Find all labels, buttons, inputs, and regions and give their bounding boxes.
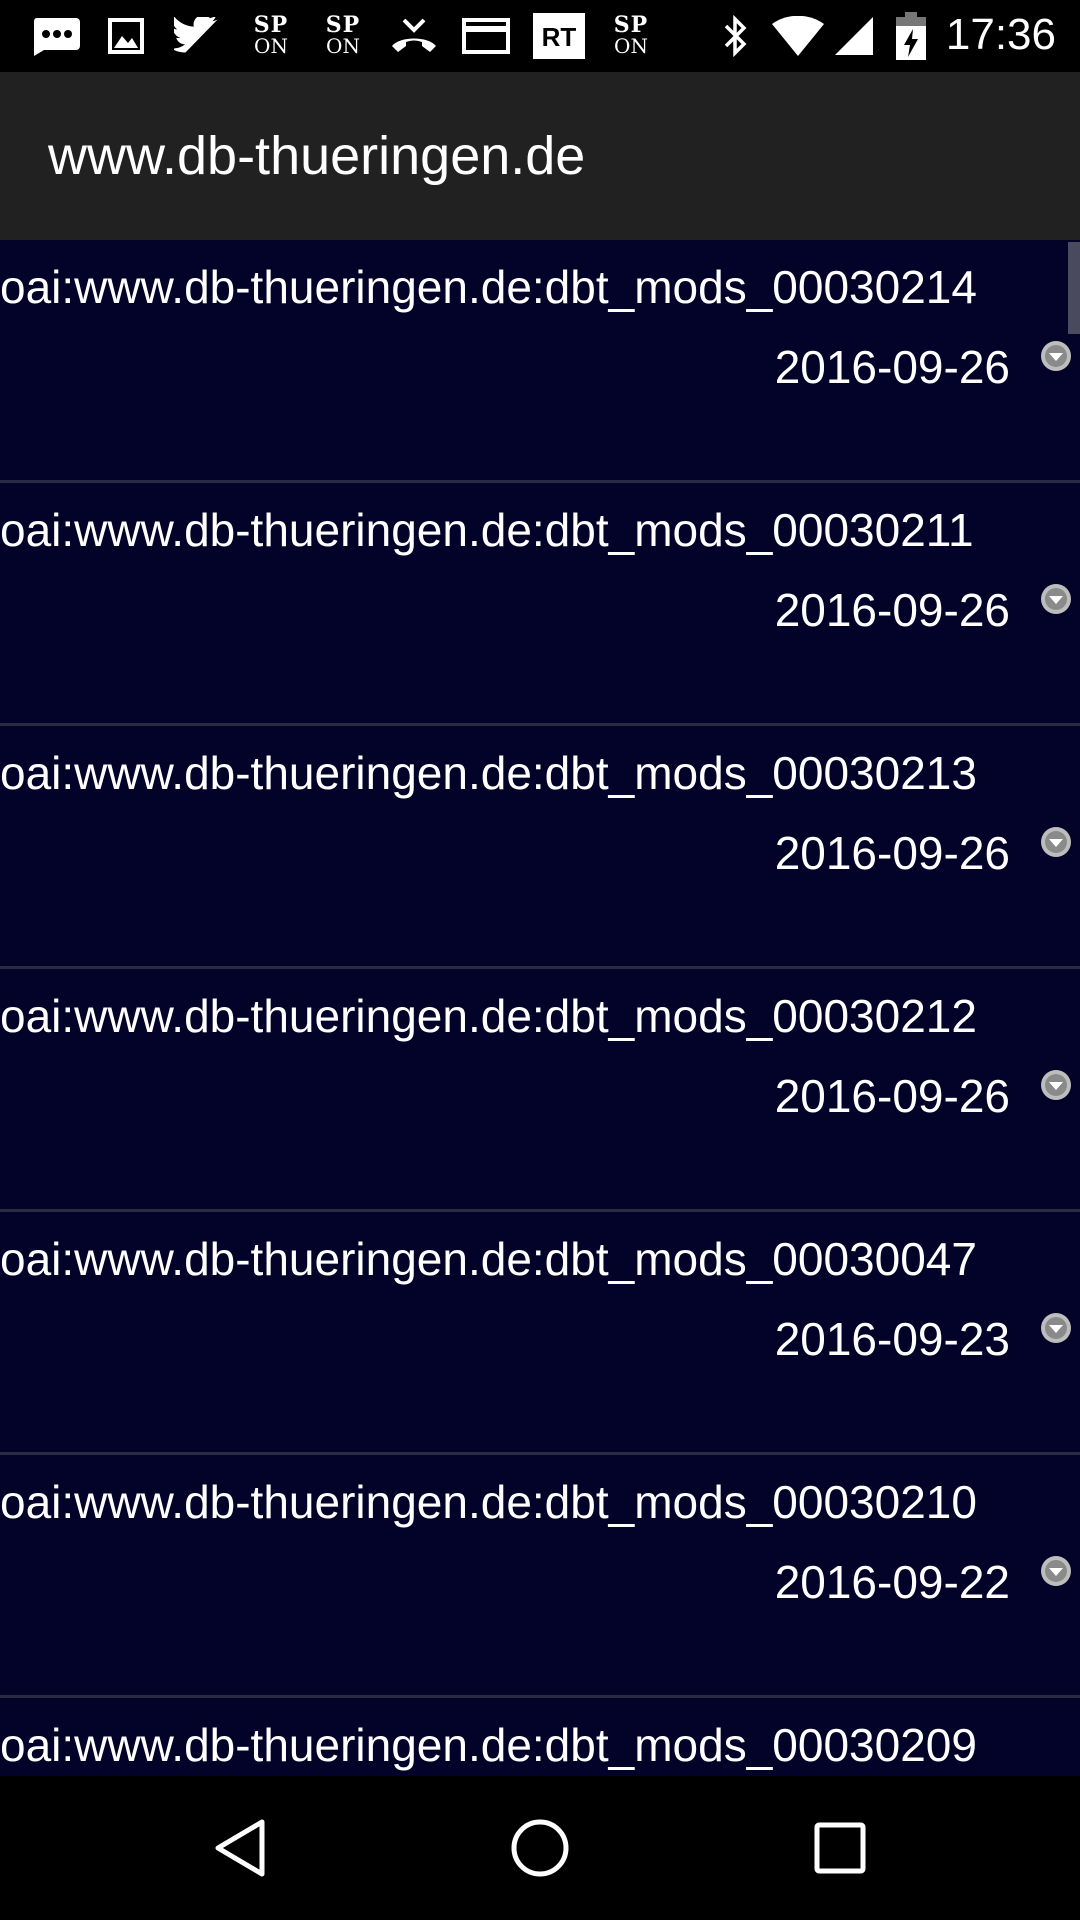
record-identifier: oai:www.db-thueringen.de:dbt_mods_000302… xyxy=(0,504,974,556)
record-identifier: oai:www.db-thueringen.de:dbt_mods_000302… xyxy=(0,747,977,799)
home-button[interactable] xyxy=(504,1812,576,1884)
record-list[interactable]: oai:www.db-thueringen.de:dbt_mods_000302… xyxy=(0,240,1080,1776)
record-date: 2016-09-26 xyxy=(774,584,1010,636)
expand-icon[interactable] xyxy=(1040,340,1072,372)
battery-charging-icon xyxy=(894,12,928,60)
expand-icon[interactable] xyxy=(1040,1069,1072,1101)
sp-on-icon: SP ON xyxy=(253,12,289,58)
app-title: www.db-thueringen.de xyxy=(48,126,586,186)
list-item[interactable]: oai:www.db-thueringen.de:dbt_mods_000302… xyxy=(0,1698,1080,1776)
list-item[interactable]: oai:www.db-thueringen.de:dbt_mods_000302… xyxy=(0,240,1080,483)
sp-on-icon: SP ON xyxy=(613,12,649,58)
navigation-bar xyxy=(0,1776,1080,1920)
card-icon xyxy=(460,12,512,60)
signal-icon xyxy=(832,12,876,60)
record-identifier: oai:www.db-thueringen.de:dbt_mods_000302… xyxy=(0,261,977,313)
app-bar: www.db-thueringen.de xyxy=(0,72,1080,240)
back-icon xyxy=(215,1819,265,1877)
recents-icon xyxy=(814,1822,866,1874)
recents-button[interactable] xyxy=(804,1812,876,1884)
record-date: 2016-09-26 xyxy=(774,827,1010,879)
home-icon xyxy=(511,1819,569,1877)
list-item[interactable]: oai:www.db-thueringen.de:dbt_mods_000302… xyxy=(0,483,1080,726)
status-bar: SP ON SP ON RT SP ON 17:36 xyxy=(0,0,1080,72)
list-item[interactable]: oai:www.db-thueringen.de:dbt_mods_000302… xyxy=(0,1455,1080,1698)
record-date: 2016-09-22 xyxy=(774,1556,1010,1608)
record-identifier: oai:www.db-thueringen.de:dbt_mods_000300… xyxy=(0,1233,977,1285)
list-item[interactable]: oai:www.db-thueringen.de:dbt_mods_000302… xyxy=(0,726,1080,969)
record-identifier: oai:www.db-thueringen.de:dbt_mods_000302… xyxy=(0,1719,977,1771)
record-identifier: oai:www.db-thueringen.de:dbt_mods_000302… xyxy=(0,1476,977,1528)
image-icon xyxy=(106,12,146,60)
expand-icon[interactable] xyxy=(1040,1555,1072,1587)
clock: 17:36 xyxy=(945,10,1056,59)
record-identifier: oai:www.db-thueringen.de:dbt_mods_000302… xyxy=(0,990,977,1042)
record-date: 2016-09-23 xyxy=(774,1313,1010,1365)
back-button[interactable] xyxy=(204,1812,276,1884)
list-item[interactable]: oai:www.db-thueringen.de:dbt_mods_000300… xyxy=(0,1212,1080,1455)
wifi-icon xyxy=(770,12,826,60)
expand-icon[interactable] xyxy=(1040,826,1072,858)
sp-on-icon: SP ON xyxy=(325,12,361,58)
missed-call-icon xyxy=(388,12,440,60)
record-date: 2016-09-26 xyxy=(774,1070,1010,1122)
expand-icon[interactable] xyxy=(1040,1312,1072,1344)
messaging-icon xyxy=(28,12,84,60)
rt-icon-text: RT xyxy=(542,22,577,52)
list-item[interactable]: oai:www.db-thueringen.de:dbt_mods_000302… xyxy=(0,969,1080,1212)
record-date: 2016-09-26 xyxy=(774,341,1010,393)
bluetooth-icon xyxy=(716,12,756,60)
expand-icon[interactable] xyxy=(1040,583,1072,615)
rt-icon: RT xyxy=(532,12,586,60)
twitter-icon xyxy=(172,12,222,60)
